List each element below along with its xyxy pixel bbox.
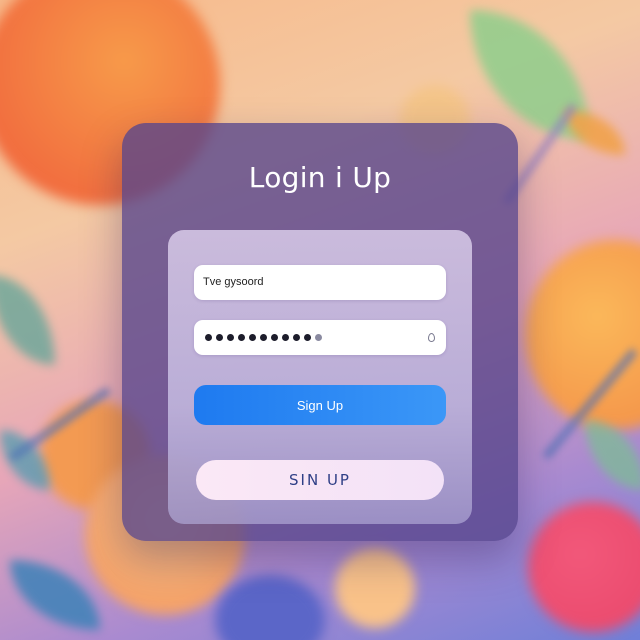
sign-up-button[interactable]: Sign Up (194, 385, 446, 425)
password-dot (271, 334, 278, 341)
green-leaf-bottom-right (585, 420, 640, 490)
orange-leaf-right (565, 110, 625, 155)
teal-leaf-bottom-left (10, 560, 100, 630)
password-dot (304, 334, 311, 341)
green-leaf-left (0, 275, 55, 365)
password-dot (315, 334, 322, 341)
username-field[interactable]: Tve gysoord (194, 265, 446, 300)
blue-circle-bottom (215, 575, 325, 640)
password-dot (293, 334, 300, 341)
username-value: Tve gysoord (203, 276, 264, 288)
card-title: Login i Up (248, 161, 392, 194)
password-dot (260, 334, 267, 341)
password-mask (205, 334, 322, 341)
eye-icon[interactable] (428, 333, 435, 342)
password-field[interactable] (194, 320, 446, 355)
password-dot (205, 334, 212, 341)
password-dot (238, 334, 245, 341)
password-dot (216, 334, 223, 341)
red-circle-bottom-right (528, 502, 640, 632)
orange-circle-right (525, 240, 640, 430)
password-dot (227, 334, 234, 341)
secondary-sign-up-button[interactable]: SIN UP (196, 460, 444, 500)
password-dot (282, 334, 289, 341)
peach-circle-small (335, 548, 415, 628)
password-dot (249, 334, 256, 341)
